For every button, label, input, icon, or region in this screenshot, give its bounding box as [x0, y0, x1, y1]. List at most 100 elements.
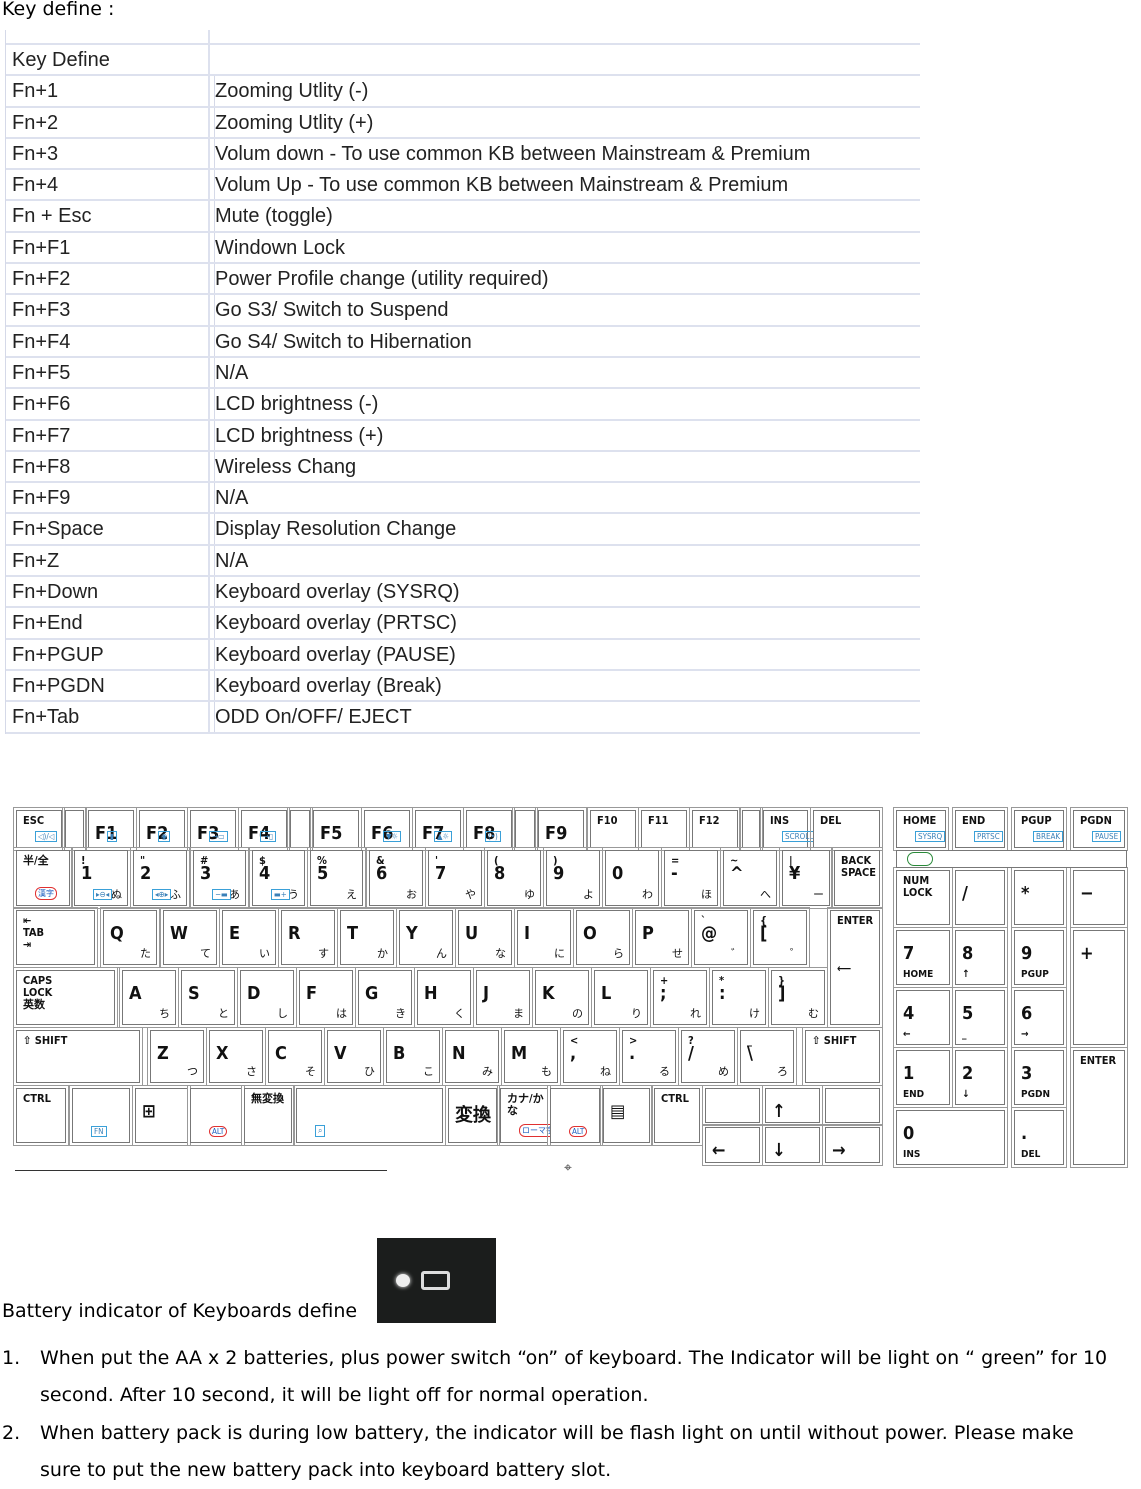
- key-blank[interactable]: [287, 807, 313, 851]
- key-3[interactable]: 3 PGDN: [1011, 1047, 1067, 1108]
- key-f5[interactable]: F5: [310, 807, 362, 851]
- key-6[interactable]: 6 →: [1011, 987, 1067, 1048]
- key-blank[interactable]: [62, 807, 87, 851]
- key-0[interactable]: 0 INS: [893, 1107, 1008, 1168]
- key-numlock[interactable]: NUM LOCK: [893, 867, 953, 928]
- key-f7[interactable]: F7 ▲☼: [412, 807, 464, 851]
- key-9[interactable]: ) 9 よ: [543, 847, 603, 909]
- key-f2[interactable]: F2 ◉: [136, 807, 188, 851]
- key-/[interactable]: ? / め: [678, 1027, 738, 1086]
- key-0[interactable]: 0わ: [602, 847, 662, 909]
- key-k[interactable]: Kの: [532, 967, 592, 1028]
- key-^[interactable]: ~ ^ へ: [720, 847, 780, 909]
- key-a[interactable]: Aち: [119, 967, 179, 1028]
- key-⊞[interactable]: ⊞: [132, 1085, 191, 1146]
- key-r[interactable]: Rす: [278, 907, 338, 968]
- key-c[interactable]: Cそ: [265, 1027, 325, 1086]
- key-f12[interactable]: F12: [689, 807, 741, 851]
- key-5[interactable]: % 5 え: [307, 847, 366, 909]
- key-f11[interactable]: F11: [638, 807, 690, 851]
- key-home[interactable]: HOME SYSRQ: [893, 807, 949, 851]
- key-⇧shift[interactable]: ⇧ SHIFT: [802, 1027, 883, 1086]
- key-9[interactable]: 9 PGUP: [1011, 927, 1067, 988]
- key-l[interactable]: Lり: [591, 967, 651, 1028]
- key-f3[interactable]: F3 →▭: [187, 807, 239, 851]
- key-alt[interactable]: ALT: [187, 1085, 245, 1146]
- key-4[interactable]: $4 う ▬+: [249, 847, 308, 909]
- key-f10[interactable]: F10: [587, 807, 639, 851]
- key-1[interactable]: ! 1 ぬ ▸⊖◂: [71, 847, 131, 909]
- key-*[interactable]: *: [1011, 867, 1067, 928]
- key-⇧shift[interactable]: ⇧ SHIFT: [13, 1027, 143, 1086]
- key-→[interactable]: →: [822, 1124, 883, 1166]
- key-alt[interactable]: ALT: [547, 1085, 603, 1146]
- key-@[interactable]: ` @ ゛: [691, 907, 751, 968]
- key-s[interactable]: Sと: [178, 967, 238, 1028]
- key-3[interactable]: #3 あ −▬: [190, 847, 249, 909]
- key-f[interactable]: Fは: [296, 967, 356, 1028]
- key-⇤tab⇥[interactable]: ⇤ TAB ⇥: [13, 907, 98, 968]
- key-/[interactable]: /: [952, 867, 1008, 928]
- key-−[interactable]: −: [1070, 867, 1128, 928]
- key-f4[interactable]: F4 →▯: [238, 807, 290, 851]
- key-f1[interactable]: F1 ▮: [85, 807, 137, 851]
- key-end[interactable]: END PRTSC: [952, 807, 1008, 851]
- key-w[interactable]: Wて: [160, 907, 220, 968]
- key-t[interactable]: Tか: [337, 907, 397, 968]
- key-2[interactable]: 2 ↓: [952, 1047, 1008, 1108]
- key-enter⟵[interactable]: ENTER ⟵: [827, 907, 883, 1028]
- key-z[interactable]: Zつ: [147, 1027, 207, 1086]
- key-pgup[interactable]: PGUP BREAK: [1011, 807, 1067, 851]
- key-↓[interactable]: ↓: [762, 1124, 823, 1166]
- key-[[interactable]: {[゜: [750, 907, 810, 968]
- key-h[interactable]: Hく: [414, 967, 474, 1028]
- key-v[interactable]: Vひ: [324, 1027, 384, 1086]
- key-p[interactable]: Pせ: [632, 907, 692, 968]
- key-;[interactable]: +; れ: [650, 967, 710, 1028]
- key-enter[interactable]: ENTER: [1070, 1047, 1128, 1168]
- key-¥[interactable]: | ¥ ー: [779, 847, 833, 909]
- key-ctrl[interactable]: CTRL: [651, 1085, 703, 1146]
- key-1[interactable]: 1 END: [893, 1047, 953, 1108]
- key-無変換[interactable]: 無変換: [241, 1085, 295, 1146]
- key-backspace[interactable]: BACK SPACE: [831, 847, 883, 909]
- key-ins[interactable]: INS SCROLL LOCK: [760, 807, 838, 851]
- key-:[interactable]: *: け: [709, 967, 769, 1028]
- key-7[interactable]: ' 7 や: [425, 847, 485, 909]
- key-変換[interactable]: 変換: [445, 1085, 500, 1146]
- key-2[interactable]: " 2 ふ ◂⊕▸: [130, 847, 190, 909]
- key-b[interactable]: Bこ: [383, 1027, 443, 1086]
- key-4[interactable]: 4 ←: [893, 987, 953, 1048]
- key-u[interactable]: Uな: [455, 907, 515, 968]
- key-pgdn[interactable]: PGDN PAUSE: [1070, 807, 1128, 851]
- key-\[interactable]: _ \ ろ: [737, 1027, 797, 1086]
- key-esc[interactable]: ESC ◁)/◁: [13, 807, 65, 851]
- key-g[interactable]: Gき: [355, 967, 415, 1028]
- key-blank[interactable]: [512, 807, 538, 851]
- key-↑[interactable]: ↑: [762, 1085, 823, 1126]
- key-.[interactable]: >. る: [619, 1027, 679, 1086]
- key-,[interactable]: <, ね: [560, 1027, 620, 1086]
- key-n[interactable]: Nみ: [442, 1027, 502, 1086]
- key-y[interactable]: Yん: [396, 907, 456, 968]
- key-半/全[interactable]: 半/全 漢字: [13, 847, 73, 909]
- key-x[interactable]: Xさ: [206, 1027, 266, 1086]
- key-capslock英数[interactable]: CAPS LOCK 英数: [13, 967, 118, 1028]
- key-j[interactable]: Jま: [473, 967, 533, 1028]
- key-f6[interactable]: F6 ▼☼: [361, 807, 413, 851]
- key-ctrl[interactable]: CTRL: [13, 1085, 69, 1146]
- key-▤[interactable]: ▤: [600, 1085, 653, 1146]
- key-d[interactable]: Dし: [237, 967, 297, 1028]
- key-+[interactable]: +: [1070, 927, 1128, 1048]
- key-blank[interactable]: [822, 1085, 883, 1126]
- key-f8[interactable]: F8 (•): [463, 807, 515, 851]
- key-del[interactable]: DEL: [810, 807, 883, 851]
- key-5[interactable]: 5 _: [952, 987, 1008, 1048]
- key-.[interactable]: . DEL: [1011, 1107, 1067, 1168]
- key-8[interactable]: (8 ゆ: [484, 847, 544, 909]
- key-カナ/かな[interactable]: カナ/かな ローマ字: [497, 1085, 557, 1146]
- key-i[interactable]: Iに: [514, 907, 574, 968]
- key-8[interactable]: 8 ↑: [952, 927, 1008, 988]
- key-o[interactable]: Oら: [573, 907, 633, 968]
- key-←[interactable]: ←: [702, 1124, 763, 1166]
